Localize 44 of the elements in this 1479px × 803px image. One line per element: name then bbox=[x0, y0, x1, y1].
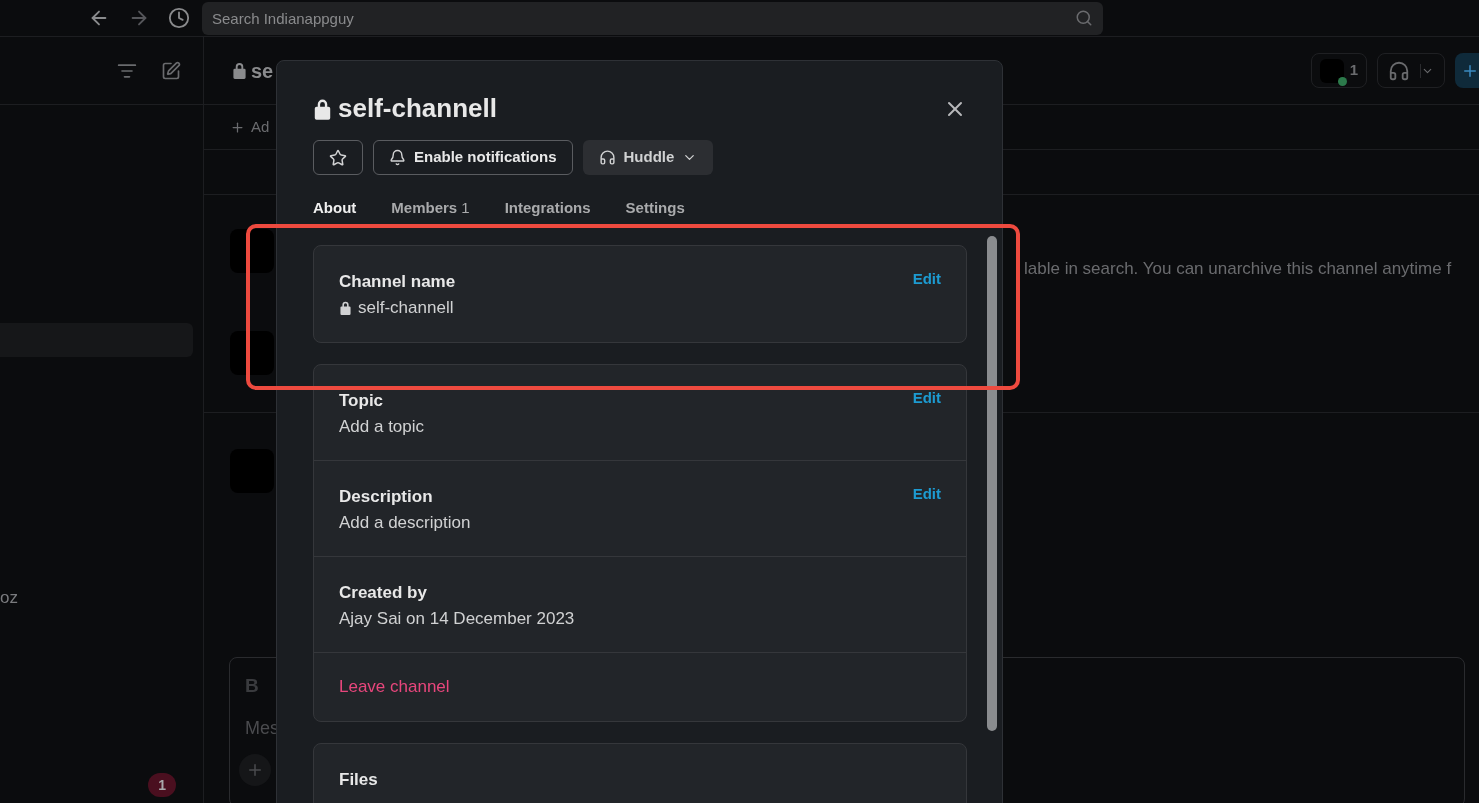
members-button[interactable]: 1 bbox=[1310, 53, 1367, 88]
online-status-icon bbox=[1337, 76, 1347, 86]
caret-icon bbox=[1420, 63, 1434, 78]
leave-channel-button[interactable]: Leave channel bbox=[339, 673, 450, 700]
edit-link[interactable]: Edit bbox=[912, 268, 941, 289]
star-button[interactable] bbox=[313, 140, 363, 175]
search-field[interactable]: Search Indianappguy bbox=[202, 1, 1103, 35]
field-value: Ajay Sai on 14 December 2023 bbox=[339, 607, 575, 630]
scrollbar-thumb[interactable] bbox=[987, 236, 997, 731]
avatar bbox=[230, 229, 274, 273]
tab[interactable]: About bbox=[313, 197, 357, 220]
avatar bbox=[230, 330, 274, 375]
huddle-button[interactable] bbox=[1377, 53, 1445, 88]
search-icon bbox=[1075, 8, 1093, 27]
tab[interactable]: Settings bbox=[625, 197, 685, 220]
sidebar-text: oz bbox=[0, 587, 19, 609]
compose-icon[interactable] bbox=[161, 60, 181, 81]
unread-badge: 1 bbox=[148, 773, 176, 797]
notifications-button[interactable]: Enable notifications bbox=[373, 140, 573, 175]
field-label: Created by bbox=[339, 581, 428, 604]
field-label: Channel name bbox=[339, 270, 457, 293]
member-count: 1 bbox=[1349, 60, 1358, 81]
headphones-icon bbox=[1388, 59, 1410, 82]
field-value: Add a description bbox=[339, 511, 471, 534]
huddle-button[interactable]: Huddle bbox=[582, 140, 714, 175]
star-icon bbox=[329, 148, 347, 167]
lock-icon bbox=[232, 62, 247, 79]
edit-link[interactable]: Edit bbox=[912, 387, 941, 408]
history-icon[interactable] bbox=[168, 7, 190, 29]
bell-icon bbox=[389, 149, 406, 166]
field-label: Description bbox=[339, 485, 434, 508]
edit-link[interactable]: Edit bbox=[912, 483, 941, 504]
field-value: self-channell bbox=[358, 296, 454, 319]
channel-title: se bbox=[251, 58, 274, 84]
archived-notice: lable in search. You can unarchive this channel anytime f bbox=[1024, 258, 1452, 280]
field-label: Files bbox=[339, 768, 379, 791]
plus-icon bbox=[230, 119, 245, 135]
field-value: Add a topic bbox=[339, 415, 425, 438]
tab[interactable]: Integrations bbox=[504, 197, 591, 220]
dialog-title: self-channell bbox=[338, 92, 497, 125]
field-label: Topic bbox=[339, 389, 385, 412]
add-bookmark-link[interactable]: Ad bbox=[251, 115, 270, 139]
headphones-icon bbox=[598, 149, 616, 166]
tab[interactable]: Members 1 bbox=[391, 197, 470, 220]
